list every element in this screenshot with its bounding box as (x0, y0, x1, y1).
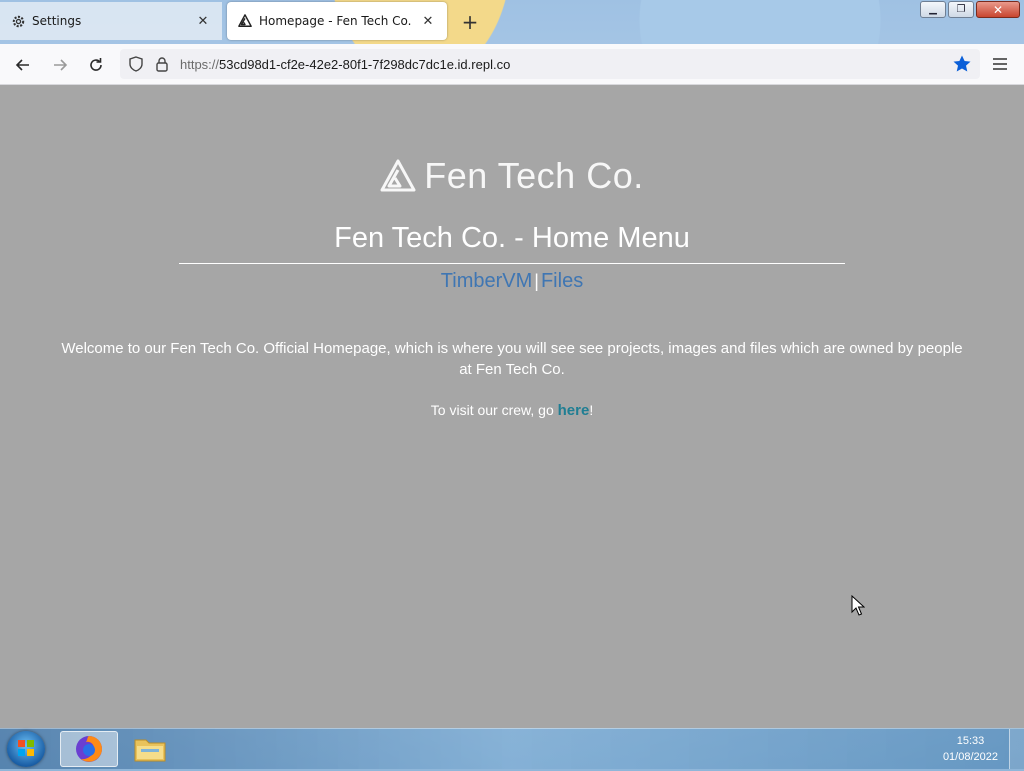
mouse-cursor-icon (851, 595, 865, 616)
crew-line: To visit our crew, go here! (0, 402, 1024, 419)
tab-settings[interactable]: Settings ✕ (0, 2, 222, 40)
clock-date: 01/08/2022 (942, 751, 998, 763)
minimize-button[interactable]: ▁ (920, 1, 946, 18)
folder-icon (134, 739, 166, 762)
bookmark-star-icon[interactable] (952, 54, 972, 74)
forward-button[interactable] (47, 52, 73, 78)
lock-icon[interactable] (152, 54, 172, 74)
taskbar-firefox[interactable] (60, 731, 118, 767)
close-window-button[interactable]: ✕ (976, 1, 1020, 18)
reload-button[interactable] (83, 52, 109, 78)
crew-suffix: ! (589, 402, 594, 418)
clock-time: 15:33 (956, 735, 985, 747)
tab-title: Settings (32, 14, 82, 28)
window-controls: ▁ ❐ ✕ (920, 1, 1020, 18)
taskbar: 15:33 01/08/2022 (0, 728, 1024, 769)
firefox-icon (76, 736, 102, 762)
brand-header: Fen Tech Co. (0, 155, 1024, 197)
title-divider (179, 263, 845, 264)
system-clock[interactable]: 15:33 01/08/2022 (943, 733, 998, 765)
gear-icon (10, 13, 26, 29)
taskbar-file-explorer[interactable] (121, 731, 179, 767)
url-bar[interactable]: https://53cd98d1-cf2e-42e2-80f1-7f298dc7… (120, 49, 980, 79)
url-scheme: https:// (180, 56, 220, 72)
fentech-logo-icon (380, 159, 416, 192)
tab-title: Homepage - Fen Tech Co. (259, 14, 412, 28)
url-text: https://53cd98d1-cf2e-42e2-80f1-7f298dc7… (180, 57, 510, 72)
tab-strip: Settings ✕ Homepage - Fen Tech Co. ✕ + ▁… (0, 0, 1024, 44)
close-tab-icon[interactable]: ✕ (419, 12, 437, 30)
back-button[interactable] (10, 52, 36, 78)
show-desktop-button[interactable] (1009, 729, 1024, 769)
arrow-right-icon (54, 59, 68, 71)
fentech-logo-icon (237, 13, 253, 29)
nav-link-files[interactable]: Files (541, 270, 583, 292)
close-tab-icon[interactable]: ✕ (194, 12, 212, 30)
url-host: 53cd98d1-cf2e-42e2-80f1-7f298dc7dc1e.id.… (219, 56, 511, 72)
welcome-text: Welcome to our Fen Tech Co. Official Hom… (61, 340, 963, 378)
hamburger-menu-icon (993, 58, 1007, 70)
crew-prefix: To visit our crew, go (430, 402, 558, 418)
tab-homepage[interactable]: Homepage - Fen Tech Co. ✕ (227, 2, 447, 40)
nav-separator: | (534, 271, 539, 291)
nav-link-timbervm[interactable]: TimberVM (441, 270, 532, 292)
restore-button[interactable]: ❐ (948, 1, 974, 18)
arrow-left-icon (15, 59, 29, 71)
crew-link[interactable]: here (558, 402, 590, 419)
page-nav-links: TimberVM | Files (0, 270, 1024, 293)
web-page: Fen Tech Co. Fen Tech Co. - Home Menu Ti… (0, 85, 1024, 728)
new-tab-button[interactable]: + (458, 10, 482, 34)
windows-logo-icon (18, 740, 34, 756)
brand-name: Fen Tech Co. (424, 155, 644, 196)
reload-icon (90, 58, 102, 71)
navigation-toolbar: https://53cd98d1-cf2e-42e2-80f1-7f298dc7… (0, 44, 1024, 85)
tracking-protection-shield-icon[interactable] (126, 54, 146, 74)
start-button[interactable] (7, 731, 45, 767)
app-menu-button[interactable] (988, 52, 1012, 76)
page-title: Fen Tech Co. - Home Menu (334, 222, 690, 254)
